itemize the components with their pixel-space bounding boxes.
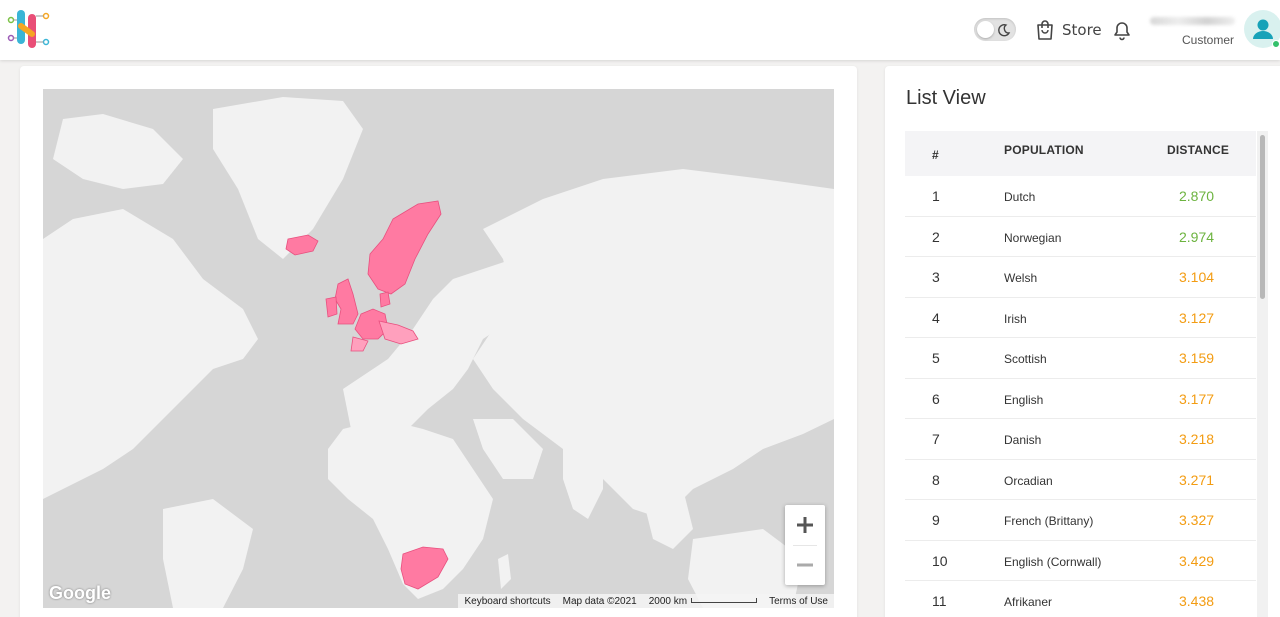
- world-map[interactable]: Google Keyboard shortcuts Map data ©2021…: [43, 89, 834, 608]
- row-index: 6: [932, 390, 940, 407]
- dark-mode-toggle[interactable]: [974, 18, 1016, 41]
- table-row[interactable]: 9 French (Brittany) 3.327: [905, 500, 1256, 541]
- map-data-label: Map data ©2021: [562, 595, 637, 607]
- shopping-bag-icon: [1037, 20, 1053, 40]
- row-distance: 3.104: [1179, 269, 1215, 285]
- table-row[interactable]: 3 Welsh 3.104: [905, 257, 1256, 298]
- row-distance: 2.974: [1179, 228, 1215, 245]
- row-population: Irish: [1004, 311, 1027, 326]
- list-title: List View: [906, 87, 986, 109]
- moon-icon: [997, 22, 1011, 37]
- row-distance: 3.127: [1179, 309, 1215, 326]
- row-population: Scottish: [1004, 352, 1047, 366]
- store-link[interactable]: Store: [1035, 18, 1102, 42]
- table-row[interactable]: 1 Dutch 2.870: [905, 176, 1256, 217]
- scrollbar-thumb[interactable]: [1260, 135, 1265, 299]
- zoom-controls: [785, 505, 825, 585]
- zoom-in-button[interactable]: [785, 505, 825, 545]
- row-index: 4: [932, 309, 940, 326]
- row-index: 9: [932, 512, 940, 528]
- row-population: Orcadian: [1004, 473, 1053, 488]
- row-population: Norwegian: [1004, 230, 1062, 245]
- app-logo-icon[interactable]: [6, 6, 52, 52]
- world-map-land: [43, 97, 834, 608]
- table-body: 1 Dutch 2.870 2 Norwegian 2.974 3 Welsh 3.104 4 Ir…: [905, 176, 1256, 617]
- bell-icon[interactable]: [1111, 18, 1133, 42]
- row-distance: 3.438: [1179, 593, 1215, 609]
- online-status-dot: [1272, 40, 1280, 48]
- table-row[interactable]: 5 Scottish 3.159: [905, 338, 1256, 379]
- row-population: French (Brittany): [1004, 514, 1094, 528]
- row-index: 11: [932, 593, 947, 609]
- google-logo[interactable]: Google: [49, 583, 111, 604]
- row-distance: 3.327: [1179, 512, 1215, 528]
- row-population: English: [1004, 392, 1044, 407]
- row-population: English (Cornwall): [1004, 554, 1102, 569]
- username-blurred: [1150, 15, 1235, 27]
- keyboard-shortcuts-link[interactable]: Keyboard shortcuts: [458, 596, 556, 607]
- population-table: # POPULATION DISTANCE 1 Dutch 2.870 2 Norweg…: [905, 131, 1256, 617]
- col-population: POPULATION: [1004, 143, 1084, 157]
- table-row[interactable]: 8 Orcadian 3.271: [905, 460, 1256, 500]
- store-label: Store: [1062, 21, 1102, 39]
- row-distance: 3.177: [1179, 390, 1215, 407]
- table-row[interactable]: 10 English (Cornwall) 3.429: [905, 541, 1256, 581]
- col-distance: DISTANCE: [1167, 143, 1230, 157]
- table-row[interactable]: 4 Irish 3.127: [905, 298, 1256, 338]
- row-population: Danish: [1004, 433, 1042, 447]
- col-index: #: [932, 148, 939, 162]
- row-distance: 3.429: [1179, 552, 1215, 569]
- table-row[interactable]: 11 Afrikaner 3.438: [905, 581, 1256, 617]
- row-population: Welsh: [1004, 271, 1038, 285]
- row-index: 7: [932, 431, 940, 447]
- row-index: 1: [932, 188, 940, 204]
- map-attribution: Keyboard shortcuts Map data ©2021 2000 k…: [458, 594, 834, 608]
- table-header: # POPULATION DISTANCE: [905, 131, 1256, 176]
- row-index: 5: [932, 350, 940, 366]
- row-index: 2: [932, 228, 940, 245]
- row-index: 8: [932, 471, 940, 488]
- table-row[interactable]: 7 Danish 3.218: [905, 419, 1256, 460]
- table-row[interactable]: 2 Norwegian 2.974: [905, 217, 1256, 257]
- scale-bar: [691, 598, 758, 604]
- row-index: 10: [932, 552, 948, 569]
- terms-link[interactable]: Terms of Use: [763, 596, 834, 607]
- toggle-knob: [977, 21, 994, 38]
- row-population: Afrikaner: [1004, 595, 1053, 609]
- scale-label: 2000 km: [643, 596, 763, 607]
- row-population: Dutch: [1004, 190, 1036, 204]
- row-distance: 3.271: [1179, 471, 1215, 488]
- list-scrollbar[interactable]: [1257, 131, 1268, 617]
- row-distance: 3.218: [1179, 431, 1215, 447]
- table-row[interactable]: 6 English 3.177: [905, 379, 1256, 419]
- scale-value: 2000 km: [648, 595, 688, 607]
- user-role: Customer: [1181, 33, 1234, 47]
- row-distance: 2.870: [1179, 188, 1215, 204]
- row-index: 3: [932, 269, 940, 285]
- zoom-out-button[interactable]: [785, 545, 825, 585]
- row-distance: 3.159: [1179, 350, 1215, 366]
